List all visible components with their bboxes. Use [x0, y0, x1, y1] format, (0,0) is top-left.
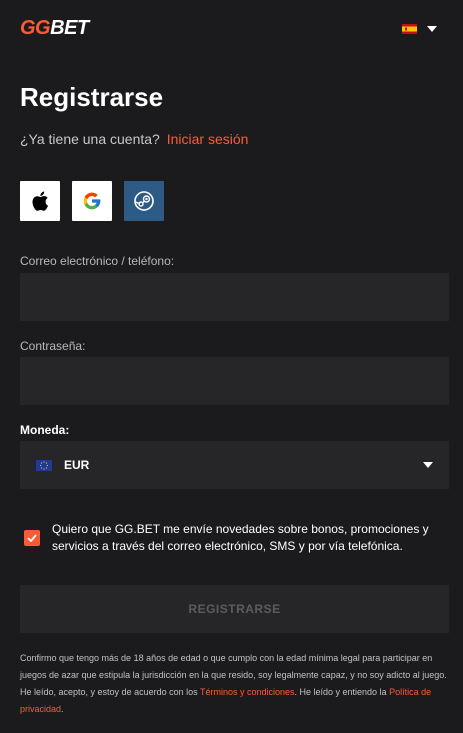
legal-disclaimer: Confirmo que tengo más de 18 años de eda…	[20, 650, 448, 718]
email-label: Correo electrónico / teléfono:	[20, 254, 175, 268]
login-link[interactable]: Iniciar sesión	[167, 131, 249, 147]
newsletter-consent: Quiero que GG.BET me envíe novedades sob…	[24, 521, 434, 555]
legal-text-3: .	[61, 704, 64, 714]
page-title: Registrarse	[20, 82, 164, 112]
password-label: Contraseña:	[20, 339, 86, 353]
legal-text-2: . He leído y entiendo la	[294, 687, 390, 697]
password-field[interactable]	[20, 357, 449, 405]
chevron-down-icon	[423, 462, 433, 468]
logo-gg: GG	[20, 17, 51, 39]
google-login-button[interactable]	[72, 181, 112, 221]
checkmark-icon	[27, 534, 37, 542]
social-login-group	[20, 181, 164, 221]
flag-es-icon	[402, 24, 417, 34]
header: GGBET	[0, 0, 463, 60]
steam-icon	[134, 191, 154, 211]
google-icon	[83, 192, 101, 210]
chevron-down-icon	[427, 26, 437, 32]
have-account-text: ¿Ya tiene una cuenta?	[20, 131, 160, 147]
newsletter-text: Quiero que GG.BET me envíe novedades sob…	[52, 522, 429, 553]
steam-login-button[interactable]	[124, 181, 164, 221]
currency-select[interactable]: EUR	[20, 441, 449, 489]
register-button[interactable]: REGISTRARSE	[20, 585, 449, 633]
terms-link[interactable]: Términos y condiciones	[200, 687, 295, 697]
have-account-line: ¿Ya tiene una cuenta? Iniciar sesión	[20, 131, 248, 147]
email-field[interactable]	[20, 273, 449, 321]
currency-value: EUR	[64, 458, 90, 472]
newsletter-checkbox[interactable]	[24, 530, 40, 546]
ggbet-logo[interactable]: GGBET	[20, 17, 89, 40]
language-selector[interactable]	[402, 24, 437, 34]
apple-icon	[32, 191, 48, 211]
currency-label: Moneda:	[20, 423, 70, 437]
eu-flag-icon	[36, 459, 52, 471]
apple-login-button[interactable]	[20, 181, 60, 221]
logo-bet: BET	[50, 17, 89, 39]
